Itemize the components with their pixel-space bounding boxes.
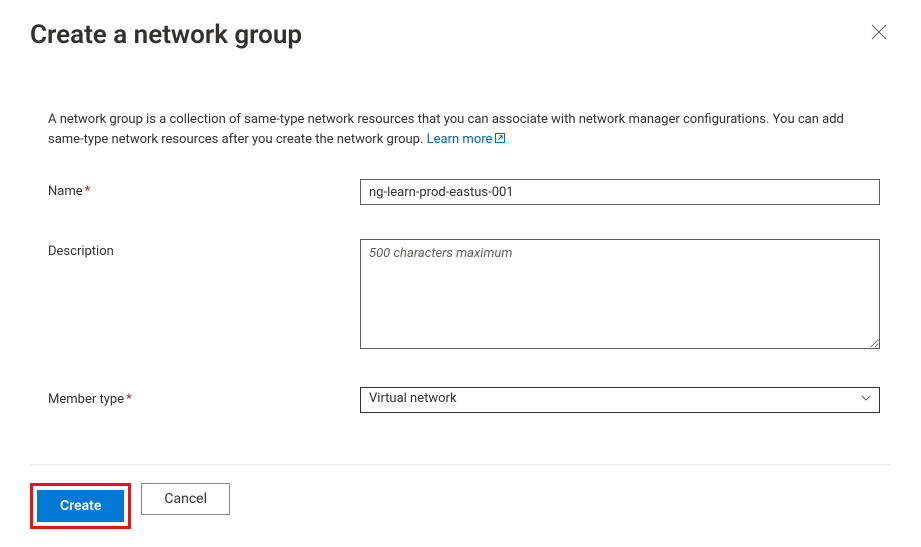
name-input[interactable] (360, 179, 880, 205)
create-button-highlight: Create (30, 483, 131, 529)
member-type-label: Member type* (48, 387, 360, 407)
page-title: Create a network group (30, 20, 302, 50)
cancel-button[interactable]: Cancel (141, 483, 230, 515)
close-button[interactable] (867, 20, 891, 47)
name-label: Name* (48, 179, 360, 199)
description-input[interactable] (360, 239, 880, 349)
learn-more-link[interactable]: Learn more (427, 132, 507, 147)
close-icon (871, 28, 887, 43)
description-label: Description (48, 239, 360, 259)
required-indicator: * (85, 184, 91, 199)
intro-text: A network group is a collection of same-… (48, 110, 878, 149)
required-indicator: * (126, 392, 132, 407)
external-link-icon (492, 132, 506, 147)
create-button[interactable]: Create (37, 490, 124, 522)
member-type-select[interactable]: Virtual network (360, 387, 880, 413)
